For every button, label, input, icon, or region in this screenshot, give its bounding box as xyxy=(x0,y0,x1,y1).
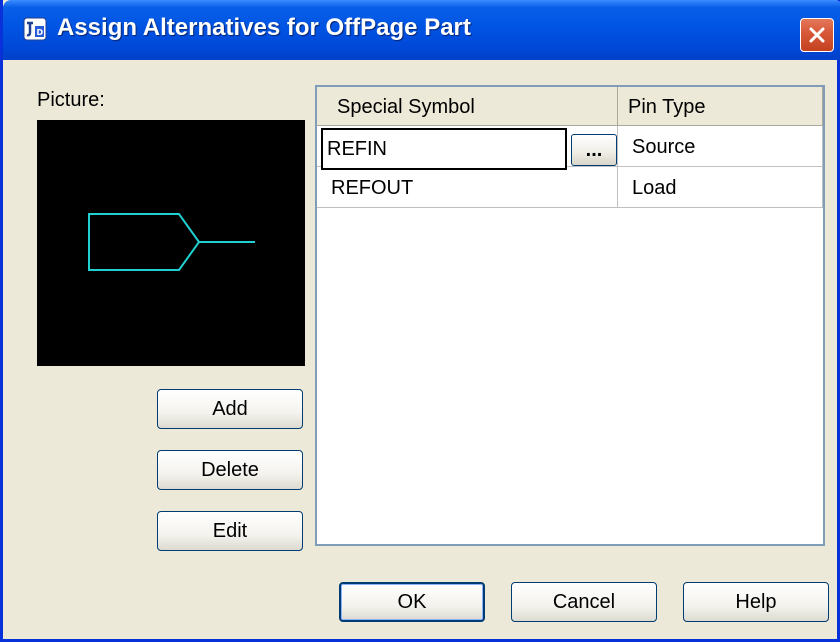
symbol-preview xyxy=(37,120,305,366)
symbol-edit-input[interactable] xyxy=(321,128,567,170)
picture-label: Picture: xyxy=(37,89,105,111)
dialog-window: D Assign Alternatives for OffPage Part P… xyxy=(0,0,840,642)
browse-button[interactable]: ... xyxy=(571,134,617,166)
edit-button[interactable]: Edit xyxy=(157,511,303,551)
help-button[interactable]: Help xyxy=(683,582,829,622)
window-title: Assign Alternatives for OffPage Part xyxy=(57,14,471,41)
close-icon xyxy=(809,27,825,43)
ok-button[interactable]: OK xyxy=(339,582,485,622)
cancel-button[interactable]: Cancel xyxy=(511,582,657,622)
close-button[interactable] xyxy=(800,18,834,52)
add-button[interactable]: Add xyxy=(157,389,303,429)
column-header-pin-type[interactable]: Pin Type xyxy=(618,87,823,125)
svg-text:D: D xyxy=(37,28,44,37)
grid-header: Special Symbol Pin Type xyxy=(317,87,823,126)
title-bar[interactable]: D Assign Alternatives for OffPage Part xyxy=(3,0,840,60)
delete-button[interactable]: Delete xyxy=(157,450,303,490)
column-header-special-symbol[interactable]: Special Symbol xyxy=(317,87,618,125)
pin-type-cell[interactable]: Load xyxy=(618,167,823,207)
symbol-cell[interactable]: REFOUT xyxy=(317,167,618,207)
alternatives-grid[interactable]: Special Symbol Pin Type Source REFOUT Lo… xyxy=(315,85,825,546)
pin-type-cell[interactable]: Source xyxy=(618,126,823,166)
table-row[interactable]: REFOUT Load xyxy=(317,167,823,208)
offpage-symbol-graphic xyxy=(88,213,255,271)
app-icon: D xyxy=(23,17,47,41)
